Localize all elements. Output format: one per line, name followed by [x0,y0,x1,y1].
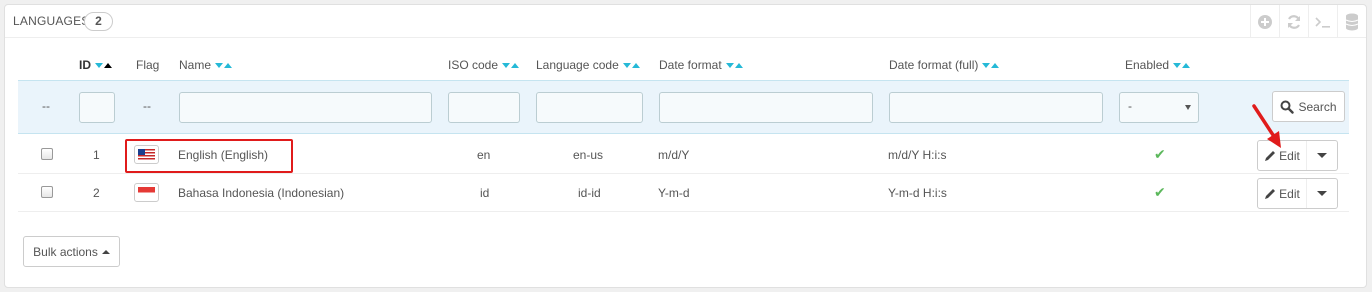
bulk-actions-label: Bulk actions [33,244,98,259]
enabled-check-icon[interactable]: ✔ [1154,184,1166,201]
edit-button[interactable]: Edit [1258,179,1307,208]
annotation-arrow-icon [1252,104,1281,148]
chevron-down-icon [1317,153,1327,158]
chevron-up-icon [101,249,110,254]
database-icon[interactable] [1337,5,1366,38]
sql-query-icon[interactable] [1308,5,1337,38]
pencil-icon [1265,188,1276,199]
sort-asc-icon[interactable] [1182,62,1191,68]
filter-language-code-input[interactable] [536,92,643,123]
col-iso-label: ISO code [448,58,499,72]
col-enabled-label: Enabled [1125,58,1170,72]
sort-desc-icon[interactable] [622,62,631,68]
col-date-format-full: Date format (full) [889,58,1000,72]
row-checkbox[interactable] [41,148,53,160]
toolbar [1250,5,1366,38]
row-language-code: id-id [578,186,601,200]
row-id: 2 [93,186,100,200]
filter-flag-dash: -- [143,99,151,113]
row-iso: en [477,148,491,162]
row-name: Bahasa Indonesia (Indonesian) [178,186,345,200]
row-date-format: Y-m-d [658,186,690,200]
filter-row: -- -- - Search [18,80,1349,134]
select-caret-icon [1185,105,1191,110]
edit-button-label: Edit [1279,186,1300,201]
sort-desc-icon[interactable] [725,62,734,68]
row-language-code: en-us [573,148,604,162]
panel-header: LANGUAGES 2 [5,5,1366,38]
id-flag-icon [134,183,159,202]
filter-date-format-full-input[interactable] [889,92,1103,123]
row-id: 1 [93,148,100,162]
col-date-format-label: Date format [659,58,722,72]
sort-desc-icon[interactable] [1173,62,1182,68]
edit-dropdown-toggle[interactable] [1307,141,1337,170]
filter-enabled-select[interactable]: - [1119,92,1199,123]
row-date-format: m/d/Y [658,148,690,162]
filter-enabled-value: - [1128,99,1132,113]
sort-asc-icon[interactable] [224,62,233,68]
sort-asc-icon[interactable] [991,62,1000,68]
row-name: English (English) [178,148,269,162]
col-iso: ISO code [448,58,520,72]
table-header: ID Flag Name ISO code Language code Date… [18,50,1349,80]
bulk-actions-button[interactable]: Bulk actions [23,236,120,267]
col-language-code: Language code [536,58,640,72]
col-name-label: Name [179,58,212,72]
panel-title: LANGUAGES [13,14,90,28]
add-circle-icon[interactable] [1250,5,1279,38]
row-iso: id [480,186,490,200]
row-date-format-full: m/d/Y H:i:s [888,148,947,162]
sort-desc-icon[interactable] [95,62,103,68]
sort-desc-icon[interactable] [982,62,991,68]
enabled-check-icon[interactable]: ✔ [1154,146,1166,163]
table-row: 1 English (English) en en-us m/d/Y m/d/Y… [18,136,1349,174]
col-flag: Flag [136,58,160,72]
row-date-format-full: Y-m-d H:i:s [888,186,947,200]
chevron-down-icon [1317,191,1327,196]
sort-desc-icon[interactable] [215,62,224,68]
count-badge: 2 [84,12,113,31]
edit-button-group: Edit [1257,178,1338,209]
table-row: 2 Bahasa Indonesia (Indonesian) id id-id… [18,174,1349,212]
col-date-format: Date format [659,58,743,72]
us-flag-icon [134,145,159,164]
refresh-icon[interactable] [1279,5,1308,38]
filter-id-input[interactable] [79,92,115,123]
sort-asc-icon[interactable] [631,62,640,68]
sort-asc-icon[interactable] [511,62,520,68]
sort-desc-icon[interactable] [502,62,511,68]
col-id-label: ID [79,58,91,72]
col-date-format-full-label: Date format (full) [889,58,979,72]
col-name: Name [179,58,233,72]
row-checkbox[interactable] [41,186,53,198]
filter-iso-input[interactable] [448,92,520,123]
search-button-label: Search [1298,99,1337,114]
sort-asc-icon[interactable] [104,62,112,68]
filter-name-input[interactable] [179,92,432,123]
edit-dropdown-toggle[interactable] [1307,179,1337,208]
col-language-code-label: Language code [536,58,619,72]
sort-asc-icon[interactable] [734,62,743,68]
filter-date-format-input[interactable] [659,92,873,123]
col-enabled: Enabled [1125,58,1191,72]
filter-placeholder-dash: -- [42,99,50,113]
col-id: ID [79,58,112,72]
